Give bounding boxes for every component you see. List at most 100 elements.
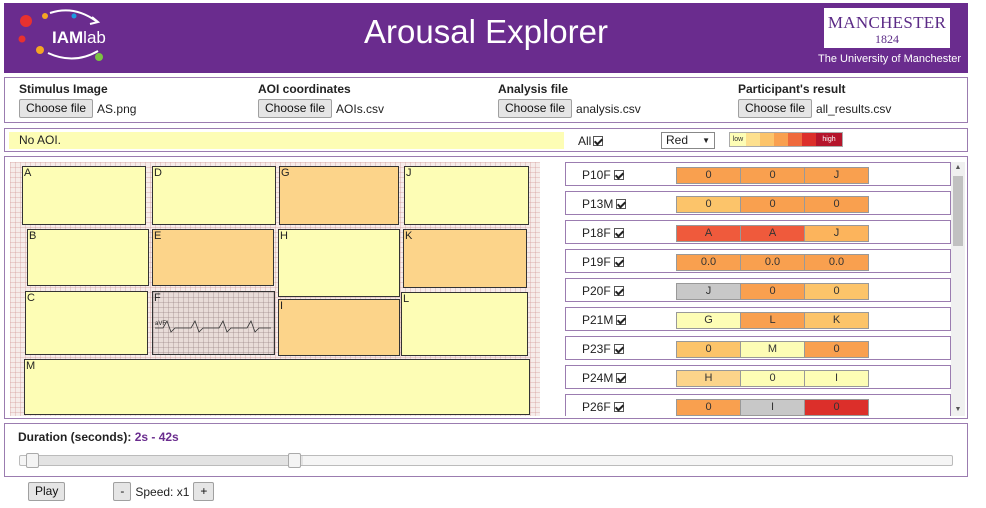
- participant-row: P19F 0.0 0.0 0.0: [565, 249, 951, 273]
- participant-cell: I: [804, 370, 869, 387]
- stimulus-ecg-image: A D G J B E H K C FaVF I L M: [10, 162, 540, 416]
- ecg-trace: [155, 320, 271, 333]
- legend-swatch: [788, 133, 802, 146]
- duration-label-text: Duration (seconds):: [18, 430, 132, 444]
- stimulus-file-name: AS.png: [97, 101, 137, 116]
- participant-toggle[interactable]: P23F: [582, 342, 624, 356]
- aoi-region-j[interactable]: J: [404, 166, 529, 225]
- aoi-region-g[interactable]: G: [279, 166, 399, 225]
- result-choose-file-button[interactable]: Choose file: [738, 99, 813, 118]
- speed-decrease-button[interactable]: -: [113, 482, 132, 501]
- aoi-region-m[interactable]: M: [24, 359, 530, 415]
- university-year: 1824: [875, 32, 899, 46]
- participant-name: P23F: [582, 342, 611, 356]
- aoi-region-e[interactable]: E: [152, 229, 274, 286]
- aoi-label: L: [403, 293, 410, 305]
- scrollbar-thumb[interactable]: [953, 176, 963, 246]
- aoi-file-name: AOIs.csv: [336, 101, 385, 116]
- participant-name: P20F: [582, 284, 611, 298]
- participant-cell: 0: [804, 283, 869, 300]
- participant-toggle[interactable]: P13M: [582, 197, 627, 211]
- participant-cell: J: [804, 225, 869, 242]
- participant-cells: 000: [676, 196, 869, 213]
- all-toggle[interactable]: All: [578, 134, 604, 148]
- aoi-region-l[interactable]: L: [401, 292, 528, 356]
- participant-checkbox[interactable]: [616, 373, 627, 383]
- analysis-file-group: Analysis file Choose file analysis.csv: [498, 82, 641, 118]
- participant-name: P18F: [582, 226, 611, 240]
- participant-name: P10F: [582, 168, 611, 182]
- participant-row: P10F 0 0 J: [565, 162, 951, 186]
- participant-checkbox[interactable]: [613, 228, 624, 238]
- color-scheme-select[interactable]: Red ▼: [661, 132, 715, 149]
- duration-panel: Duration (seconds): 2s - 42s: [4, 423, 968, 477]
- all-checkbox[interactable]: [593, 136, 604, 146]
- participant-toggle[interactable]: P26F: [582, 400, 624, 414]
- aoi-region-a[interactable]: A: [22, 166, 146, 225]
- participant-list-scrollbar[interactable]: ▲ ▼: [951, 162, 965, 416]
- aoi-region-d[interactable]: D: [152, 166, 276, 225]
- aoi-region-b[interactable]: B: [27, 229, 149, 286]
- participant-toggle[interactable]: P21M: [582, 313, 627, 327]
- aoi-choose-file-button[interactable]: Choose file: [258, 99, 333, 118]
- participant-toggle[interactable]: P18F: [582, 226, 624, 240]
- duration-start-handle[interactable]: [26, 453, 39, 468]
- participant-cell: M: [740, 341, 805, 358]
- file-inputs-panel: Stimulus Image Choose file AS.png AOI co…: [4, 77, 968, 123]
- color-legend: low high: [729, 132, 843, 147]
- participant-cell: 0.0: [804, 254, 869, 271]
- participant-list: P10F 0 0 J P13M 0 0 0 P18F A A J P19F 0.0 0.0 0.0 P20F J 0…: [565, 162, 951, 416]
- aoi-region-c[interactable]: C: [25, 291, 148, 355]
- participant-checkbox[interactable]: [613, 286, 624, 296]
- participant-cell: 0: [676, 167, 741, 184]
- aoi-label: C: [27, 292, 35, 304]
- duration-end-handle[interactable]: [288, 453, 302, 468]
- aoi-label: H: [280, 230, 288, 242]
- participant-result-group: Participant's result Choose file all_res…: [738, 82, 891, 118]
- participant-cells: 00J: [676, 167, 869, 184]
- participant-cell: 0.0: [676, 254, 741, 271]
- aoi-region-k[interactable]: K: [403, 229, 527, 288]
- stimulus-choose-file-button[interactable]: Choose file: [19, 99, 94, 118]
- participant-cell: 0.0: [740, 254, 805, 271]
- speed-label: Speed: x1: [135, 484, 190, 499]
- participant-cell: A: [676, 225, 741, 242]
- participant-cell: I: [740, 399, 805, 416]
- aoi-label: I: [280, 300, 284, 312]
- scroll-down-icon[interactable]: ▼: [951, 404, 965, 416]
- play-button[interactable]: Play: [28, 482, 66, 501]
- participant-cell: J: [804, 167, 869, 184]
- participant-checkbox[interactable]: [613, 170, 624, 180]
- chevron-down-icon: ▼: [702, 136, 710, 145]
- university-name: MANCHESTER: [827, 13, 947, 32]
- participant-name: P13M: [582, 197, 614, 211]
- all-label: All: [578, 134, 592, 148]
- participant-toggle[interactable]: P24M: [582, 371, 627, 385]
- participant-cell: H: [676, 370, 741, 387]
- duration-slider[interactable]: [19, 453, 953, 468]
- participant-checkbox[interactable]: [613, 257, 624, 267]
- participant-checkbox[interactable]: [616, 315, 627, 325]
- participant-toggle[interactable]: P10F: [582, 168, 624, 182]
- participant-cell: 0: [676, 341, 741, 358]
- participant-toggle[interactable]: P20F: [582, 284, 624, 298]
- participant-name: P19F: [582, 255, 611, 269]
- participant-row: P18F A A J: [565, 220, 951, 244]
- aoi-label: E: [154, 230, 162, 242]
- participant-checkbox[interactable]: [613, 344, 624, 354]
- aoi-region-h[interactable]: H: [278, 229, 400, 297]
- participant-cell: 0: [740, 196, 805, 213]
- participant-row: P20F J 0 0: [565, 278, 951, 302]
- scroll-up-icon[interactable]: ▲: [951, 162, 965, 174]
- aoi-region-f[interactable]: FaVF: [152, 291, 275, 355]
- participant-cell: G: [676, 312, 741, 329]
- analysis-choose-file-button[interactable]: Choose file: [498, 99, 573, 118]
- speed-increase-button[interactable]: +: [193, 482, 215, 501]
- participant-toggle[interactable]: P19F: [582, 255, 624, 269]
- participant-checkbox[interactable]: [616, 199, 627, 209]
- aoi-label: K: [405, 230, 413, 242]
- result-file-name: all_results.csv: [816, 101, 892, 116]
- participant-checkbox[interactable]: [613, 402, 624, 412]
- aoi-region-i[interactable]: I: [278, 299, 400, 356]
- legend-swatch: [774, 133, 788, 146]
